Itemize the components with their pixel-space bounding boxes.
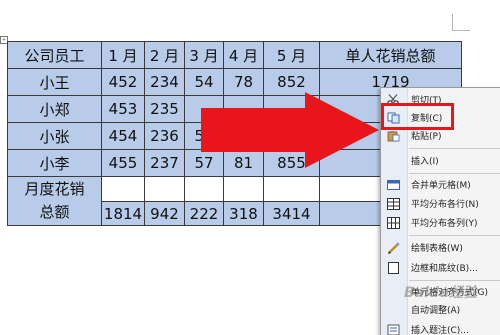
table-header-cell[interactable]: 4 月 xyxy=(223,41,264,69)
table-cell[interactable] xyxy=(144,176,185,202)
table-cell[interactable]: 小李 xyxy=(7,149,102,177)
menu-item-borders-shading[interactable]: 边框和底纹(B)... xyxy=(381,259,500,277)
page-corner-mark xyxy=(452,30,470,31)
table-cell[interactable]: 小王 xyxy=(7,68,102,96)
distribute-columns-icon xyxy=(387,217,400,229)
table-header-cell[interactable]: 3 月 xyxy=(184,41,224,69)
menu-separator xyxy=(409,280,500,281)
table-header-row: 公司员工 1 月 2 月 3 月 4 月 5 月 单人花销总额 xyxy=(7,41,462,69)
table-cell[interactable] xyxy=(184,176,224,202)
menu-item-label: 插入(I) xyxy=(411,157,439,167)
menu-separator xyxy=(409,235,500,236)
table-cell[interactable]: 235 xyxy=(144,95,185,123)
table-cell[interactable]: 452 xyxy=(101,68,145,96)
table-cell[interactable] xyxy=(223,176,264,202)
total-cell[interactable]: 1814 xyxy=(101,201,145,226)
table-cell[interactable]: 237 xyxy=(144,149,185,177)
menu-item-distribute-rows[interactable]: 平均分布各行(N) xyxy=(381,195,500,213)
menu-item-autofit[interactable]: 自动调整(A) xyxy=(381,301,500,319)
menu-item-draw-table[interactable]: 绘制表格(W) xyxy=(381,239,500,257)
arrow-shape xyxy=(201,92,379,168)
table-cell[interactable]: 234 xyxy=(144,68,185,96)
menu-separator xyxy=(409,148,500,149)
borders-shading-icon xyxy=(388,262,399,274)
draw-table-icon xyxy=(388,242,400,254)
total-label-line: 总额 xyxy=(39,203,70,221)
copy-highlight-box xyxy=(381,103,454,130)
table-header-cell[interactable]: 2 月 xyxy=(144,41,185,69)
table-cell[interactable]: 453 xyxy=(101,95,145,123)
table-cell[interactable]: 455 xyxy=(101,149,145,177)
menu-item-label: 平均分布各列(Y) xyxy=(411,219,478,229)
table-cell[interactable] xyxy=(263,176,320,202)
menu-item-label: 自动调整(A) xyxy=(411,306,461,316)
menu-item-distribute-columns[interactable]: 平均分布各列(Y) xyxy=(381,214,500,232)
table-cell[interactable]: 236 xyxy=(144,122,185,150)
menu-item-merge-cells[interactable]: 合并单元格(M) xyxy=(381,176,500,194)
insert-caption-icon xyxy=(387,324,400,335)
menu-separator xyxy=(409,173,500,174)
menu-item-label: 平均分布各行(N) xyxy=(411,200,479,210)
table-cell[interactable]: 454 xyxy=(101,122,145,150)
total-label-line: 月度花销 xyxy=(24,180,85,198)
menu-item-label: 边框和底纹(B)... xyxy=(411,264,478,274)
total-cell[interactable]: 942 xyxy=(144,201,185,226)
table-cell[interactable] xyxy=(101,176,145,202)
total-cell[interactable]: 222 xyxy=(184,201,224,226)
total-label-cell[interactable]: 月度花销 总额 xyxy=(7,176,102,226)
menu-item-label: 粘贴(P) xyxy=(411,132,442,142)
red-arrow-annotation xyxy=(201,92,379,168)
table-header-cell[interactable]: 5 月 xyxy=(263,41,320,69)
table-header-cell[interactable]: 1 月 xyxy=(101,41,145,69)
paste-icon xyxy=(387,131,400,142)
menu-item-label: 绘制表格(W) xyxy=(411,244,463,254)
table-header-cell[interactable]: 单人花销总额 xyxy=(319,41,462,69)
merge-cells-icon xyxy=(387,180,400,190)
table-cell[interactable]: 小张 xyxy=(7,122,102,150)
total-cell[interactable]: 318 xyxy=(223,201,264,226)
table-header-cell[interactable]: 公司员工 xyxy=(7,41,102,69)
total-cell[interactable]: 3414 xyxy=(263,201,320,226)
watermark: Baidu经验 xyxy=(404,285,477,301)
menu-item-label: 合并单元格(M) xyxy=(411,181,471,191)
distribute-rows-icon xyxy=(387,198,400,210)
table-cell[interactable]: 小郑 xyxy=(7,95,102,123)
menu-item-label: 插入题注(C)... xyxy=(411,326,469,335)
menu-item-insert-caption[interactable]: 插入题注(C)... xyxy=(381,321,500,335)
page-corner-mark xyxy=(452,14,453,30)
menu-item-insert[interactable]: 插入(I) xyxy=(381,152,500,170)
